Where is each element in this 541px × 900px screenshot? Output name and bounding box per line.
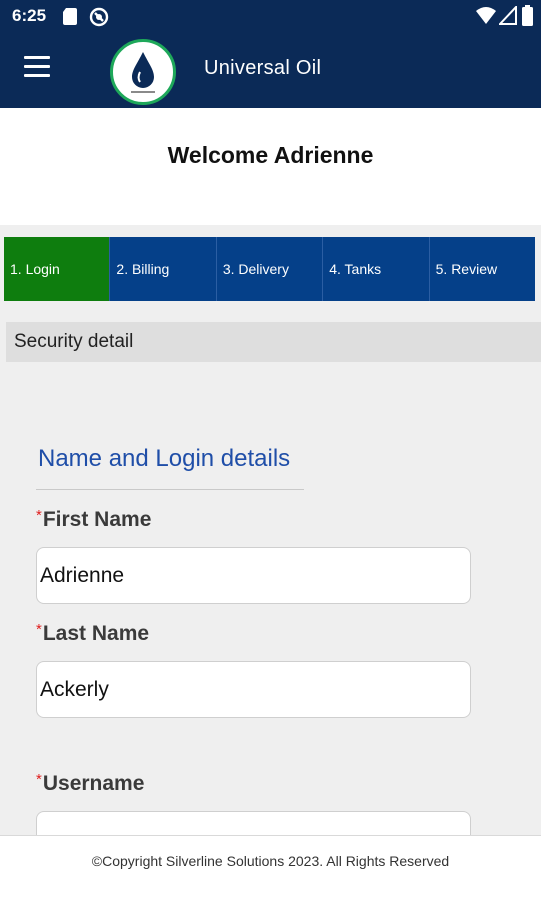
hamburger-menu-icon[interactable] <box>24 56 50 78</box>
username-label-text: Username <box>42 772 145 795</box>
sync-disabled-icon <box>89 7 109 27</box>
username-label: *Username <box>36 771 144 796</box>
sd-card-icon <box>63 8 77 25</box>
step-login[interactable]: 1. Login <box>4 237 111 301</box>
first-name-label-text: First Name <box>42 508 152 531</box>
step-tabs: 1. Login 2. Billing 3. Delivery 4. Tanks… <box>4 237 536 301</box>
form-heading: Name and Login details <box>38 445 291 472</box>
oil-drop-icon <box>131 52 155 93</box>
step-billing[interactable]: 2. Billing <box>110 237 217 301</box>
app-title: Universal Oil <box>204 57 322 79</box>
app-bar: Universal Oil <box>0 32 541 108</box>
welcome-heading: Welcome Adrienne <box>167 142 374 168</box>
footer-copyright: ©Copyright Silverline Solutions 2023. Al… <box>0 835 541 900</box>
universal-oil-logo[interactable] <box>110 39 176 105</box>
last-name-label: *Last Name <box>36 621 149 646</box>
last-name-label-text: Last Name <box>42 622 150 645</box>
wifi-icon <box>476 7 496 24</box>
last-name-input[interactable] <box>36 661 471 718</box>
step-review[interactable]: 5. Review <box>429 237 536 301</box>
required-marker: * <box>36 621 42 638</box>
section-title: Security detail <box>6 322 541 362</box>
battery-icon <box>522 5 533 26</box>
first-name-label: *First Name <box>36 507 151 532</box>
required-marker: * <box>36 507 42 524</box>
status-bar: 6:25 <box>0 0 541 32</box>
step-delivery[interactable]: 3. Delivery <box>216 237 324 301</box>
required-marker: * <box>36 771 42 788</box>
status-time: 6:25 <box>12 6 47 25</box>
first-name-input[interactable] <box>36 547 471 604</box>
heading-divider <box>36 489 304 490</box>
signal-icon <box>499 6 517 25</box>
step-tanks[interactable]: 4. Tanks <box>323 237 430 301</box>
